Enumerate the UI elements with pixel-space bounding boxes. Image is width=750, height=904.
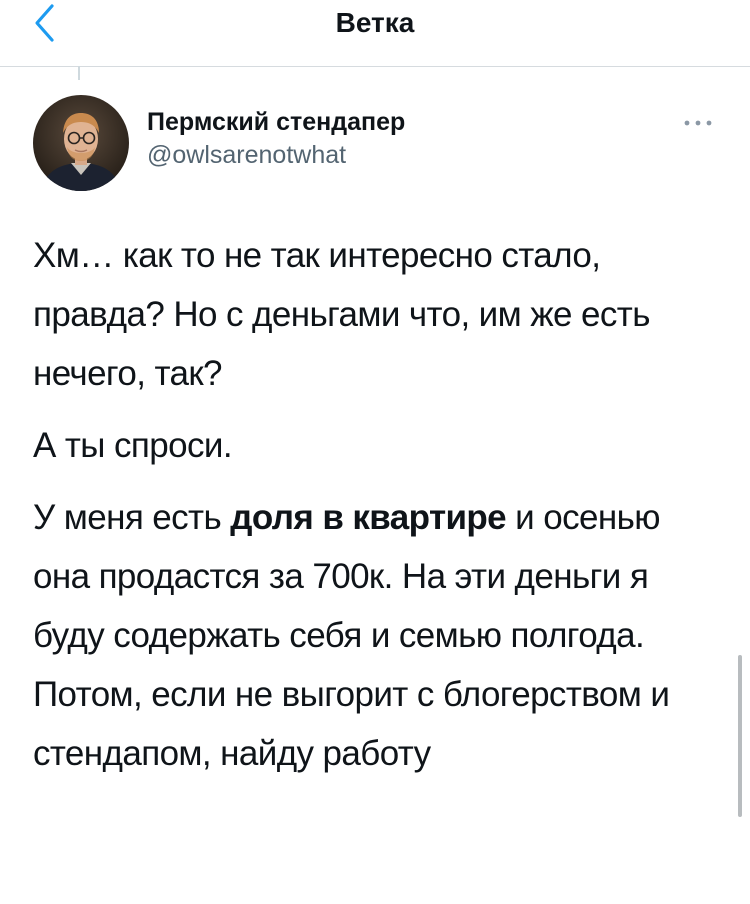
page-title: Ветка [335, 7, 415, 38]
tweet-bold-text: доля в квартире [230, 498, 507, 537]
thread-screen: Ветка Пермский стендапер @owlsarenotwhat [0, 0, 750, 904]
more-horizontal-icon [684, 120, 712, 126]
tweet-paragraph: Хм… как то не так интересно стало, правд… [33, 236, 650, 393]
navigation-header: Ветка [0, 0, 750, 67]
more-options-button[interactable] [676, 106, 720, 140]
scrollbar[interactable] [738, 655, 742, 817]
tweet-text: Хм… как то не так интересно стало, правд… [33, 226, 723, 796]
tweet-text-segment: У меня есть [33, 498, 231, 537]
tweet-text-segment: и осенью она продастся за 700к. На эти д… [33, 498, 670, 773]
thread-connector-line [78, 66, 80, 80]
author-handle[interactable]: @owlsarenotwhat [147, 140, 346, 170]
avatar-image [33, 95, 129, 191]
author-name[interactable]: Пермский стендапер [147, 107, 405, 137]
tweet-paragraph: А ты спроси. [33, 426, 233, 465]
avatar[interactable] [33, 95, 129, 191]
tweet-paragraph: У меня есть доля в квартире и осенью она… [33, 488, 723, 783]
